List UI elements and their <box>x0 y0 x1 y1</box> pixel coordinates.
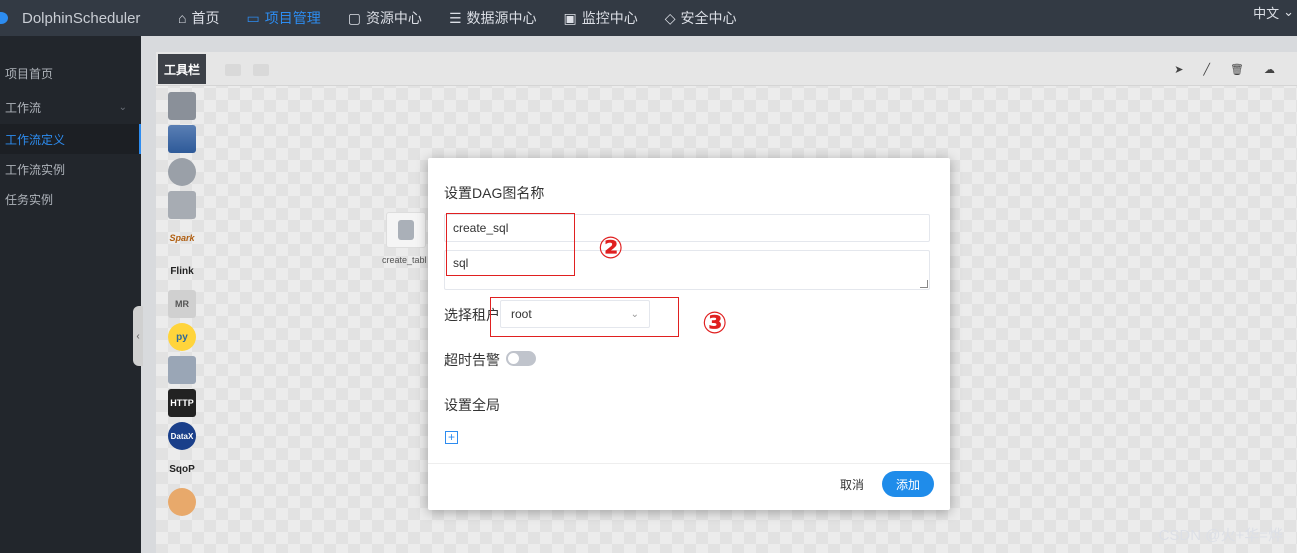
cancel-button[interactable]: 取消 <box>833 470 871 498</box>
folder-icon: ▢ <box>347 9 361 26</box>
nav-item-security[interactable]: ◇ 安全中心 <box>665 0 737 36</box>
watermark: CSDN @火+华=烨 <box>1158 527 1283 544</box>
global-params-label: 设置全局 <box>444 397 500 413</box>
delete-icon[interactable]: 🗑 <box>1230 63 1244 76</box>
python-task-icon[interactable]: py <box>168 323 196 351</box>
annotation-box-tenant <box>490 297 679 337</box>
brand[interactable]: DolphinScheduler <box>0 5 140 31</box>
language-label: 中文 <box>1253 5 1280 21</box>
add-param-icon[interactable]: + <box>445 431 458 444</box>
nav-label: 数据源中心 <box>466 10 537 26</box>
draw-line-icon[interactable]: ╱ <box>1203 63 1210 76</box>
annotation-marker-2: ② <box>598 232 624 265</box>
sidebar: 项目首页 工作流 ⌄ 工作流定义 工作流实例 任务实例 <box>0 36 141 553</box>
sql-node-icon <box>398 220 414 240</box>
download-icon[interactable]: ☁ <box>1264 63 1275 76</box>
sidebar-item-task-instance[interactable]: 任务实例 <box>0 184 141 214</box>
http-task-icon[interactable]: HTTP <box>168 389 196 417</box>
project-icon: ▭ <box>246 9 260 26</box>
shell-task-icon[interactable] <box>168 92 196 120</box>
dependent-task-icon[interactable] <box>168 356 196 384</box>
sidebar-item-label: 任务实例 <box>5 192 54 207</box>
top-navbar: DolphinScheduler ⌂ 首页 ▭ 项目管理 ▢ 资源中心 ☰ 数据… <box>0 0 1297 36</box>
task-tool-column: Spark Flink MR py HTTP DataX SqoP <box>168 92 198 521</box>
mr-task-icon[interactable]: MR <box>168 290 196 318</box>
sidebar-item-workflow[interactable]: 工作流 ⌄ <box>0 90 141 124</box>
sub-process-task-icon[interactable] <box>168 125 196 153</box>
sidebar-item-workflow-definition[interactable]: 工作流定义 <box>0 124 141 154</box>
datax-task-icon[interactable]: DataX <box>168 422 196 450</box>
dialog-footer-divider <box>428 463 950 464</box>
spark-task-icon[interactable]: Spark <box>168 224 196 252</box>
nav-label: 首页 <box>191 10 220 26</box>
sidebar-item-label: 项目首页 <box>5 66 54 81</box>
flink-task-icon[interactable]: Flink <box>168 257 196 285</box>
sidebar-item-label: 工作流 <box>5 100 42 115</box>
textarea-resize-icon[interactable] <box>920 280 928 288</box>
nav-item-resources[interactable]: ▢ 资源中心 <box>348 0 422 36</box>
brand-name: DolphinScheduler <box>22 9 141 27</box>
nav-label: 项目管理 <box>264 10 321 26</box>
database-icon: ☰ <box>448 9 462 26</box>
chevron-down-icon: ⌄ <box>1283 4 1294 19</box>
toolbar-label: 工具栏 <box>158 54 206 84</box>
timeout-alarm-toggle[interactable] <box>506 351 536 366</box>
sql-task-icon[interactable] <box>168 191 196 219</box>
procedure-task-icon[interactable] <box>168 158 196 186</box>
timeout-alarm-label: 超时告警 <box>444 352 500 368</box>
dolphin-logo-icon <box>0 9 18 27</box>
add-button[interactable]: 添加 <box>882 471 934 497</box>
canvas-toolbar <box>156 52 1297 86</box>
shield-icon: ◇ <box>664 9 676 26</box>
sqoop-task-icon[interactable]: SqoP <box>168 455 196 483</box>
dialog-title: 设置DAG图名称 <box>444 185 545 201</box>
annotation-marker-3: ③ <box>702 307 728 340</box>
sidebar-item-label: 工作流实例 <box>5 162 66 177</box>
nav-item-monitor[interactable]: ▣ 监控中心 <box>564 0 638 36</box>
monitor-icon: ▣ <box>563 9 577 26</box>
line-tool-icon[interactable] <box>225 64 241 76</box>
chevron-down-icon: ⌄ <box>118 101 127 113</box>
sidebar-collapse-handle[interactable]: ‹ <box>133 306 143 366</box>
nav-label: 资源中心 <box>365 10 422 26</box>
canvas-actions: ➤ ╱ 🗑 ☁ <box>1174 63 1275 76</box>
sidebar-item-workflow-instance[interactable]: 工作流实例 <box>0 154 141 184</box>
settings-tool-icon[interactable] <box>253 64 269 76</box>
pointer-icon[interactable]: ➤ <box>1174 63 1183 76</box>
nav-label: 监控中心 <box>581 10 638 26</box>
nav-item-projects[interactable]: ▭ 项目管理 <box>246 0 320 36</box>
nav-label: 安全中心 <box>680 10 737 26</box>
sidebar-item-label: 工作流定义 <box>5 132 66 147</box>
sidebar-item-project-home[interactable]: 项目首页 <box>0 56 141 90</box>
home-icon: ⌂ <box>178 10 187 26</box>
conditions-task-icon[interactable] <box>168 488 196 516</box>
annotation-box-name <box>446 213 575 276</box>
language-selector[interactable]: 中文 ⌄ <box>1253 0 1294 24</box>
nav-item-home[interactable]: ⌂ 首页 <box>178 0 219 36</box>
main-nav: ⌂ 首页 ▭ 项目管理 ▢ 资源中心 ☰ 数据源中心 ▣ 监控中心 ◇ 安全中心 <box>178 0 764 36</box>
dag-node[interactable] <box>386 212 426 248</box>
nav-item-datasource[interactable]: ☰ 数据源中心 <box>449 0 537 36</box>
dag-node-label: create_tabl <box>382 255 427 265</box>
